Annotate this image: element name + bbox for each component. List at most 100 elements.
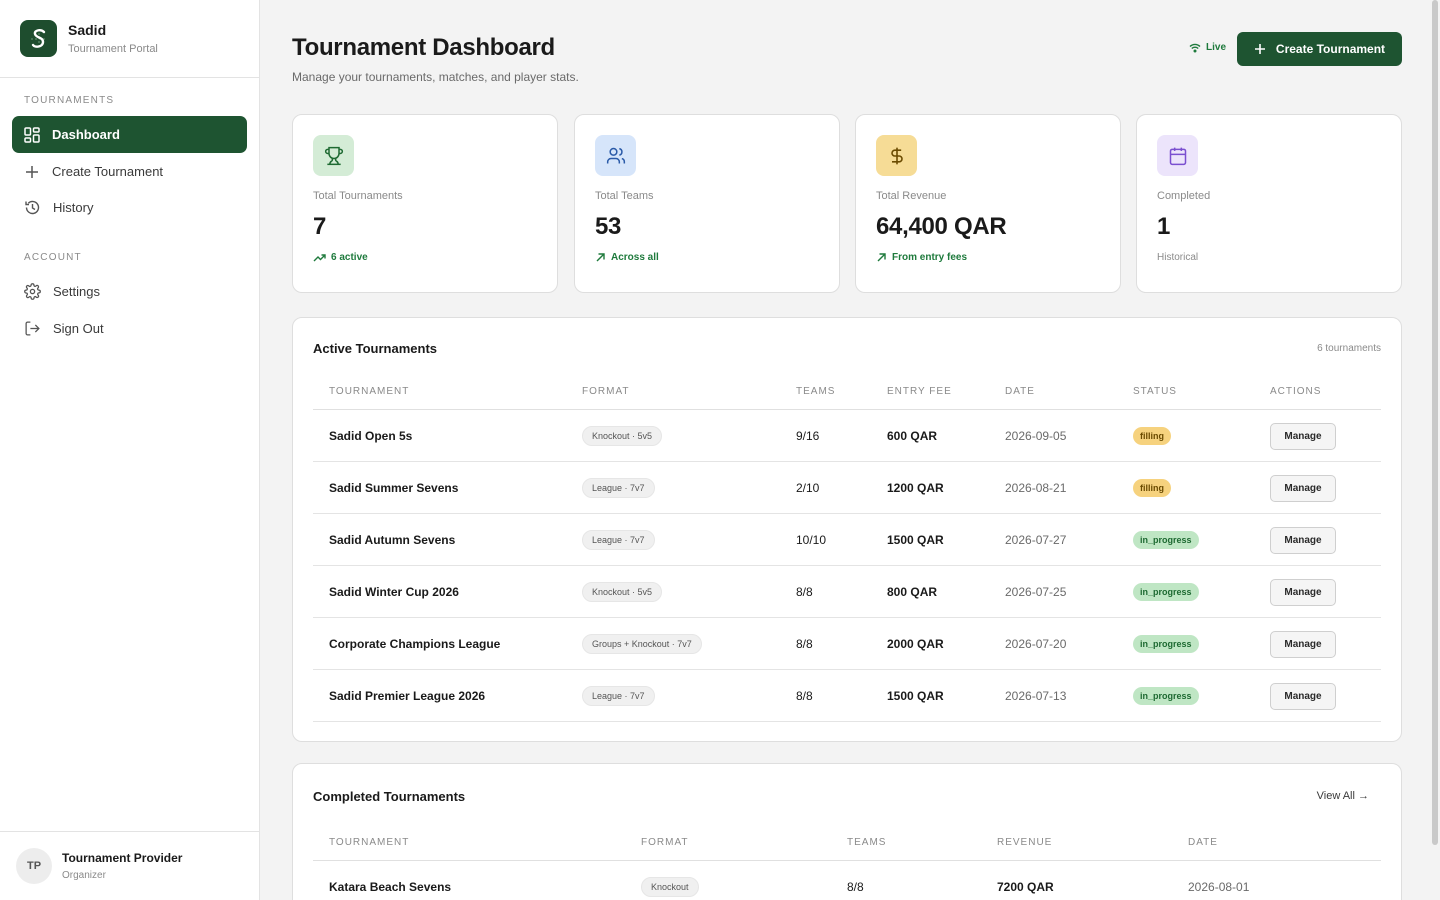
history-icon [25,200,40,215]
brand-logo-icon [20,20,57,57]
user-profile[interactable]: TP Tournament Provider Organizer [0,831,259,900]
column-header: STATUS [1133,386,1177,397]
entry-fee: 800 QAR [887,585,938,599]
stat-value: 1 [1157,213,1171,240]
plus-icon [1254,44,1265,54]
format-pill: Knockout · 5v5 [582,426,663,446]
tournament-name: Sadid Summer Sevens [329,481,459,495]
column-header: ENTRY FEE [887,386,952,397]
arrow-up-right-icon [596,253,605,262]
date: 2026-07-13 [1005,689,1067,703]
status-badge: in_progress [1133,583,1199,601]
status-badge: in_progress [1133,635,1199,653]
stat-label: Total Teams [595,190,654,202]
format-pill: Knockout [641,877,699,897]
status-badge: in_progress [1133,531,1199,549]
nav-section-tournaments: TOURNAMENTS [24,95,115,106]
dashboard-icon [24,126,40,143]
page-scrollbar[interactable] [1432,0,1438,845]
stat-card-total-teams: Total Teams 53 Across all [574,114,840,293]
column-header: FORMAT [641,837,689,848]
manage-button[interactable]: Manage [1270,474,1336,502]
table-row[interactable]: Corporate Champions League Groups + Knoc… [313,618,1381,670]
sidebar-item-sign-out[interactable]: Sign Out [12,310,247,347]
sidebar: Sadid Tournament Portal TOURNAMENTS Dash… [0,0,260,900]
stat-note: 6 active [313,252,537,263]
stat-value: 7 [313,213,327,240]
date: 2026-07-25 [1005,585,1067,599]
entry-fee: 1500 QAR [887,689,944,703]
manage-button[interactable]: Manage [1270,422,1336,450]
status-badge: in_progress [1133,687,1199,705]
table-row[interactable]: Sadid Premier League 2026 League · 7v7 8… [313,670,1381,722]
stat-label: Total Tournaments [313,190,403,202]
manage-button[interactable]: Manage [1270,578,1336,606]
tournament-count: 6 tournaments [1317,343,1381,354]
teams-count: 8/8 [847,880,864,894]
sidebar-item-dashboard[interactable]: Dashboard [12,116,247,153]
revenue: 7200 QAR [997,880,1054,894]
format-pill: Knockout · 5v5 [582,582,663,602]
sidebar-item-create-tournament[interactable]: Create Tournament [12,153,247,190]
page-title: Tournament Dashboard [292,34,555,61]
table-row[interactable]: Sadid Summer Sevens League · 7v7 2/10 12… [313,462,1381,514]
plus-icon [26,165,38,178]
format-pill: League · 7v7 [582,530,655,550]
tournament-name: Sadid Open 5s [329,429,413,443]
manage-button[interactable]: Manage [1270,630,1336,658]
gear-icon [24,283,41,300]
stat-note-text: Historical [1157,252,1199,263]
live-label: Live [1206,42,1227,53]
dollar-icon [876,135,917,176]
tournament-name: Katara Beach Sevens [329,880,452,894]
column-header: TEAMS [847,837,887,848]
tournament-name: Sadid Winter Cup 2026 [329,585,459,599]
panel-title: Completed Tournaments [313,789,466,804]
live-indicator: Live [1189,42,1226,53]
entry-fee: 600 QAR [887,429,938,443]
format-pill: League · 7v7 [582,686,655,706]
sidebar-item-settings[interactable]: Settings [12,273,247,310]
date: 2026-07-27 [1005,533,1067,547]
date: 2026-09-05 [1005,429,1067,443]
table-row[interactable]: Katara Beach Sevens Knockout 8/8 7200 QA… [313,861,1381,900]
entry-fee: 1200 QAR [887,481,944,495]
column-header: FORMAT [582,386,630,397]
users-icon [595,135,636,176]
active-tournaments-panel: Active Tournaments 6 tournaments TOURNAM… [292,317,1402,742]
stat-note: From entry fees [876,252,1100,263]
trophy-icon [313,135,354,176]
table-row[interactable]: Sadid Autumn Sevens League · 7v7 10/10 1… [313,514,1381,566]
sidebar-item-label: Settings [53,284,100,299]
brand-name: Sadid [68,22,107,38]
panel-title: Active Tournaments [313,341,438,356]
column-header: TOURNAMENT [329,837,410,848]
avatar: TP [16,848,52,884]
date: 2026-08-01 [1188,880,1250,894]
stat-value: 53 [595,213,622,240]
stat-card-total-revenue: Total Revenue 64,400 QAR From entry fees [855,114,1121,293]
manage-button[interactable]: Manage [1270,682,1336,710]
date: 2026-08-21 [1005,481,1067,495]
sign-out-icon [25,321,40,336]
page-subtitle: Manage your tournaments, matches, and pl… [292,70,579,84]
stat-note: Historical [1157,252,1381,263]
sidebar-item-history[interactable]: History [12,189,247,226]
stat-note: Across all [595,252,819,263]
sidebar-item-label: Sign Out [53,321,104,336]
completed-tournaments-panel: Completed Tournaments View All → TOURNAM… [292,763,1402,900]
sidebar-item-label: History [53,200,94,215]
format-pill: League · 7v7 [582,478,655,498]
column-header: TEAMS [796,386,836,397]
teams-count: 8/8 [796,585,813,599]
create-tournament-button[interactable]: Create Tournament [1237,32,1402,66]
date: 2026-07-20 [1005,637,1067,651]
stat-card-completed: Completed 1 Historical [1136,114,1402,293]
manage-button[interactable]: Manage [1270,526,1336,554]
table-row[interactable]: Sadid Open 5s Knockout · 5v5 9/16 600 QA… [313,410,1381,462]
stat-label: Completed [1157,190,1211,202]
view-all-link[interactable]: View All → [1317,790,1369,802]
tournament-name: Sadid Premier League 2026 [329,689,486,703]
table-row[interactable]: Sadid Winter Cup 2026 Knockout · 5v5 8/8… [313,566,1381,618]
sidebar-item-label: Create Tournament [52,164,164,179]
